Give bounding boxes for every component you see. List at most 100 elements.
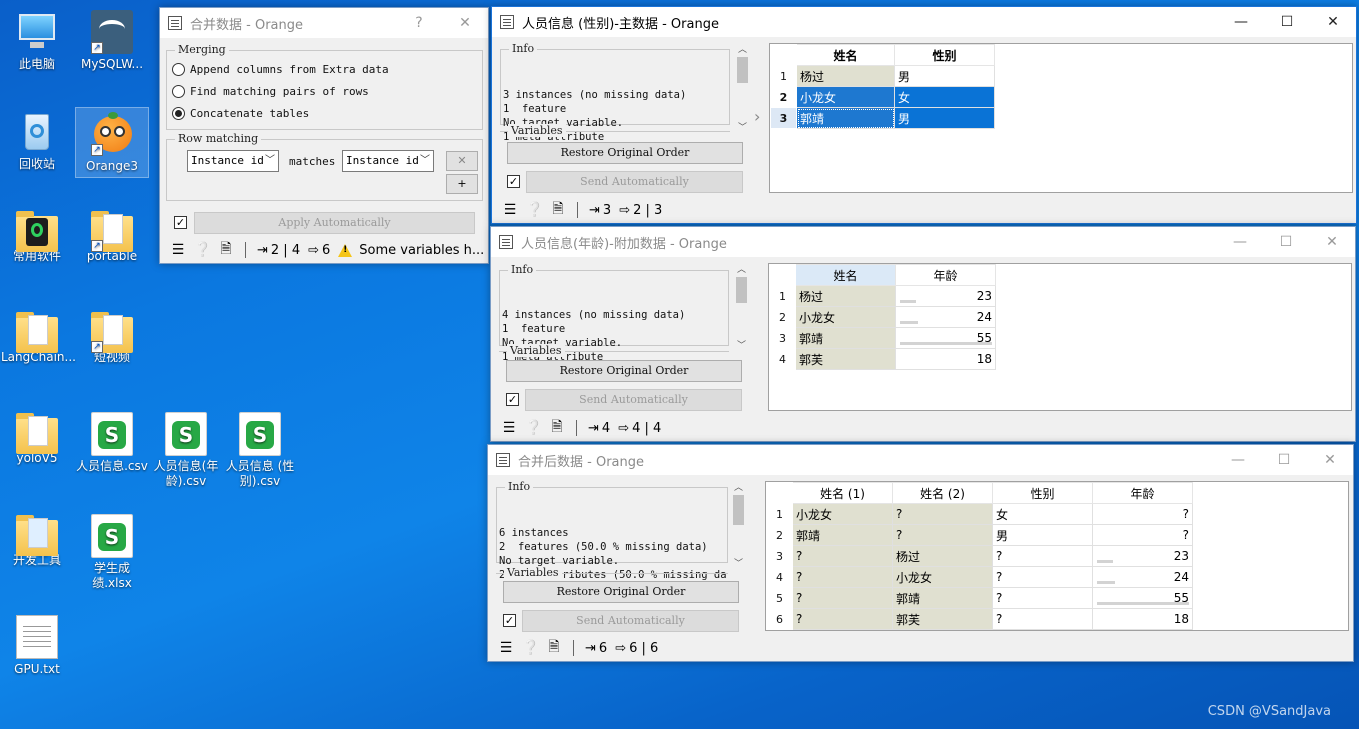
report-icon[interactable]: 🗎: [549, 416, 565, 440]
desktop-icon-yolov5[interactable]: yoloV5: [1, 412, 73, 466]
maximize-button[interactable]: ☐: [1263, 227, 1309, 257]
output-summary[interactable]: ⇨ 2 | 3: [619, 203, 662, 218]
title-bar[interactable]: 合并后数据 - Orange — ☐ ✕: [488, 445, 1353, 475]
table-row[interactable]: 1 小龙女 ? 女 ?: [766, 503, 1193, 525]
desktop-icon-dev-tools[interactable]: 开发工具: [1, 514, 73, 568]
help-icon[interactable]: ❔: [194, 242, 211, 258]
close-button[interactable]: ✕: [442, 8, 488, 38]
desktop-icon-csv-gender[interactable]: S 人员信息 (性别).csv: [224, 412, 296, 489]
minimize-button[interactable]: —: [1217, 227, 1263, 257]
output-summary[interactable]: ⇨ 6: [308, 243, 330, 258]
menu-icon[interactable]: ☰: [502, 202, 518, 218]
restore-original-order-button[interactable]: Restore Original Order: [507, 142, 743, 164]
minimize-button[interactable]: —: [1215, 445, 1261, 475]
left-panel-scrollbar[interactable]: ︿ ﹀: [731, 481, 746, 571]
minimize-button[interactable]: —: [1218, 7, 1264, 37]
desktop-icon-csv-age[interactable]: S 人员信息(年龄).csv: [150, 412, 222, 489]
warning-message[interactable]: Some variables h...: [338, 243, 484, 258]
desktop-icon-this-pc[interactable]: 此电脑: [1, 10, 73, 72]
chevron-right-icon[interactable]: ›: [754, 107, 760, 126]
column-header[interactable]: 年龄: [895, 264, 996, 286]
help-icon[interactable]: ❔: [525, 420, 542, 436]
desktop-icon-mysql[interactable]: ↗ MySQLW...: [76, 10, 148, 72]
output-summary[interactable]: ⇨ 4 | 4: [618, 421, 661, 436]
close-button[interactable]: ✕: [1310, 7, 1356, 37]
data-grid[interactable]: 姓名 性别 1 杨过 男 2 小龙女 女 3 郭靖 男: [769, 43, 1353, 193]
report-icon[interactable]: 🗎: [546, 636, 562, 660]
chevron-down-icon[interactable]: ﹀: [731, 557, 746, 571]
radio-find-matching[interactable]: [172, 85, 185, 98]
desktop-icon-orange3[interactable]: ↗ Orange3: [75, 107, 149, 178]
menu-icon[interactable]: ☰: [498, 640, 514, 656]
table-row[interactable]: 6 ? 郭芙 ? 18: [766, 608, 1193, 630]
table-row[interactable]: 2 郭靖 ? 男 ?: [766, 524, 1193, 546]
send-automatically-button[interactable]: Send Automatically: [522, 610, 739, 632]
apply-auto-checkbox[interactable]: ✓: [174, 216, 187, 229]
close-button[interactable]: ✕: [1309, 227, 1355, 257]
title-bar[interactable]: 人员信息(年龄)-附加数据 - Orange — ☐ ✕: [491, 227, 1355, 257]
desktop-icon-gpu-txt[interactable]: GPU.txt: [1, 615, 73, 677]
table-row[interactable]: 2 小龙女 24: [769, 306, 996, 328]
help-button[interactable]: ?: [396, 8, 442, 38]
desktop-icon-student-scores[interactable]: S 学生成绩.xlsx: [76, 514, 148, 591]
restore-original-order-button[interactable]: Restore Original Order: [503, 581, 739, 603]
report-icon[interactable]: 🗎: [218, 238, 234, 262]
send-automatically-button[interactable]: Send Automatically: [526, 171, 743, 193]
column-header[interactable]: 姓名 (2): [892, 482, 993, 504]
add-row-button[interactable]: +: [446, 174, 478, 194]
right-key-select[interactable]: Instance id ﹀: [342, 150, 434, 172]
desktop-icon-common-software[interactable]: 常用软件: [1, 210, 73, 264]
column-header[interactable]: 性别: [992, 482, 1093, 504]
column-header[interactable]: 性别: [894, 44, 995, 66]
desktop-icon-csv-info[interactable]: S 人员信息.csv: [76, 412, 148, 474]
input-summary[interactable]: ⇥ 6: [585, 641, 607, 656]
column-header[interactable]: 年龄: [1092, 482, 1193, 504]
title-bar[interactable]: 合并数据 - Orange ? ✕: [160, 8, 488, 38]
table-row[interactable]: 5 ? 郭靖 ? 55: [766, 587, 1193, 609]
left-key-select[interactable]: Instance id ﹀: [187, 150, 279, 172]
chevron-up-icon[interactable]: ︿: [734, 263, 749, 277]
column-header[interactable]: 姓名: [795, 264, 896, 286]
radio-concatenate[interactable]: [172, 107, 185, 120]
chevron-up-icon[interactable]: ︿: [735, 43, 750, 57]
data-grid[interactable]: 姓名 年龄 1 杨过 23 2 小龙女 24 3 郭靖 55 4 郭芙 18: [768, 263, 1352, 411]
desktop-icon-recycle-bin[interactable]: 回收站: [1, 110, 73, 172]
table-row[interactable]: 2 小龙女 女: [770, 86, 995, 108]
left-panel-scrollbar[interactable]: ︿ ﹀: [735, 43, 750, 135]
data-grid[interactable]: 姓名 (1) 姓名 (2) 性别 年龄 1 小龙女 ? 女 ? 2 郭靖 ? 男…: [765, 481, 1349, 631]
desktop-icon-langchain[interactable]: LangChain...: [1, 311, 76, 365]
chevron-down-icon[interactable]: ﹀: [735, 121, 750, 135]
remove-row-button[interactable]: ✕: [446, 151, 478, 171]
output-summary[interactable]: ⇨ 6 | 6: [615, 641, 658, 656]
chevron-down-icon[interactable]: ﹀: [734, 339, 749, 353]
chevron-up-icon[interactable]: ︿: [731, 481, 746, 495]
close-button[interactable]: ✕: [1307, 445, 1353, 475]
input-summary[interactable]: ⇥ 4: [588, 421, 610, 436]
send-auto-checkbox[interactable]: ✓: [507, 175, 520, 188]
column-header[interactable]: 姓名: [796, 44, 895, 66]
table-row[interactable]: 3 郭靖 男: [770, 107, 995, 129]
column-header[interactable]: 姓名 (1): [792, 482, 893, 504]
table-row[interactable]: 1 杨过 23: [769, 285, 996, 307]
menu-icon[interactable]: ☰: [170, 242, 186, 258]
report-icon[interactable]: 🗎: [550, 198, 566, 222]
help-icon[interactable]: ❔: [526, 202, 543, 218]
table-row[interactable]: 3 郭靖 55: [769, 327, 996, 349]
restore-original-order-button[interactable]: Restore Original Order: [506, 360, 742, 382]
table-row[interactable]: 4 ? 小龙女 ? 24: [766, 566, 1193, 588]
desktop-icon-short-video[interactable]: ↗ 短视频: [76, 311, 148, 365]
radio-append-columns[interactable]: [172, 63, 185, 76]
table-row[interactable]: 1 杨过 男: [770, 65, 995, 87]
input-summary[interactable]: ⇥ 2 | 4: [257, 243, 300, 258]
send-automatically-button[interactable]: Send Automatically: [525, 389, 742, 411]
send-auto-checkbox[interactable]: ✓: [506, 393, 519, 406]
title-bar[interactable]: 人员信息 (性别)-主数据 - Orange — ☐ ✕: [492, 7, 1356, 37]
help-icon[interactable]: ❔: [522, 640, 539, 656]
maximize-button[interactable]: ☐: [1261, 445, 1307, 475]
table-row[interactable]: 3 ? 杨过 ? 23: [766, 545, 1193, 567]
menu-icon[interactable]: ☰: [501, 420, 517, 436]
input-summary[interactable]: ⇥ 3: [589, 203, 611, 218]
send-auto-checkbox[interactable]: ✓: [503, 614, 516, 627]
maximize-button[interactable]: ☐: [1264, 7, 1310, 37]
table-row[interactable]: 4 郭芙 18: [769, 348, 996, 370]
